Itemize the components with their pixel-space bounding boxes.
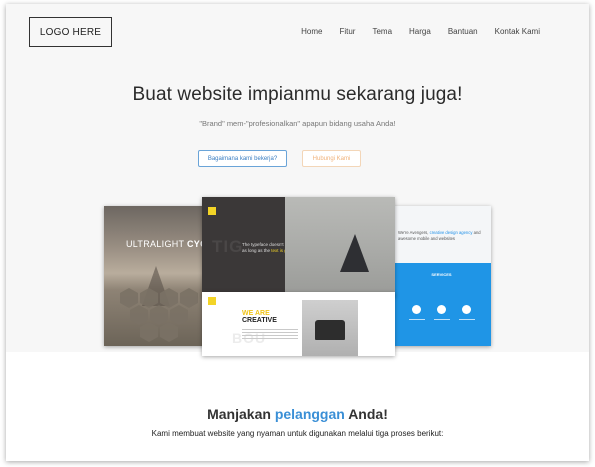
mockup-left-theme: ULTRALIGHT CYC — [104, 206, 208, 346]
service-text-line — [409, 319, 425, 320]
hexagon-tile — [130, 305, 148, 325]
mockup-left-headline: ULTRALIGHT CYC — [126, 239, 207, 249]
hexagon-tile — [140, 322, 158, 342]
section-title-accent: pelanggan — [274, 406, 345, 422]
nav-item-harga[interactable]: Harga — [409, 27, 431, 36]
hexagon-tile — [170, 305, 188, 325]
service-icon — [437, 305, 446, 314]
rock-graphic — [340, 234, 369, 272]
section-title-before: Manjakan — [207, 406, 275, 422]
typewriter-graphic — [315, 320, 345, 340]
we-are-creative: WE ARE CREATIVE — [242, 310, 277, 324]
mockup-center-ghost-text: TIG — [212, 237, 244, 256]
how-we-work-button[interactable]: Bagaimana kami bekerja? — [198, 150, 287, 167]
nav-item-home[interactable]: Home — [301, 27, 322, 36]
mockup-right-intro: We're Avengers, creative design agency a… — [398, 230, 484, 241]
nav-item-bantuan[interactable]: Bantuan — [448, 27, 478, 36]
hexagon-tile — [150, 305, 168, 325]
yellow-logo-badge — [208, 207, 216, 215]
main-nav: Home Fitur Tema Harga Bantuan Kontak Kam… — [301, 27, 540, 36]
hexagon-tile — [120, 288, 138, 308]
mockup-right-text-accent: creative design agency — [429, 230, 473, 235]
service-icon — [412, 305, 421, 314]
nav-item-fitur[interactable]: Fitur — [339, 27, 355, 36]
service-text-line — [434, 319, 450, 320]
hexagon-tile — [160, 322, 178, 342]
mockup-right-theme: We're Avengers, creative design agency a… — [392, 206, 491, 346]
text-placeholder-lines — [242, 329, 298, 341]
creative-label: CREATIVE — [242, 317, 277, 324]
nav-item-kontak-kami[interactable]: Kontak Kami — [495, 27, 540, 36]
hero-title: Buat website impianmu sekarang juga! — [132, 84, 463, 105]
mockup-center-photo — [285, 197, 395, 297]
mockup-bottom-theme: BOU WE ARE CREATIVE — [202, 292, 395, 356]
nav-item-tema[interactable]: Tema — [372, 27, 392, 36]
hexagon-gallery — [120, 288, 204, 344]
services-heading: SERVICES — [431, 272, 452, 277]
mockup-left-headline-light: ULTRALIGHT — [126, 239, 187, 249]
we-are-label: WE ARE — [242, 310, 270, 317]
hexagon-tile — [160, 288, 178, 308]
mockup-right-header: We're Avengers, creative design agency a… — [392, 206, 491, 263]
service-icon — [462, 305, 471, 314]
mockup-right-text-main: We're Avengers, — [398, 230, 430, 235]
page-frame: LOGO HERE Home Fitur Tema Harga Bantuan … — [6, 4, 589, 461]
hexagon-tile — [180, 288, 198, 308]
section-title: Manjakan pelanggan Anda! — [6, 406, 589, 422]
logo[interactable]: LOGO HERE — [29, 17, 112, 47]
mockup-right-services: SERVICES — [392, 263, 491, 346]
service-text-line — [459, 319, 475, 320]
contact-us-button[interactable]: Hubungi Kami — [302, 150, 361, 167]
section-subtitle: Kami membuat website yang nyaman untuk d… — [151, 429, 444, 438]
section-title-after: Anda! — [344, 406, 388, 422]
mockup-center-theme: TIG The typeface doesn't really matter, … — [202, 197, 395, 297]
yellow-logo-badge — [208, 297, 216, 305]
hero-subtitle: "Brand" mem-"profesionalkan" apapun bida… — [199, 119, 396, 128]
hexagon-tile — [140, 288, 158, 308]
